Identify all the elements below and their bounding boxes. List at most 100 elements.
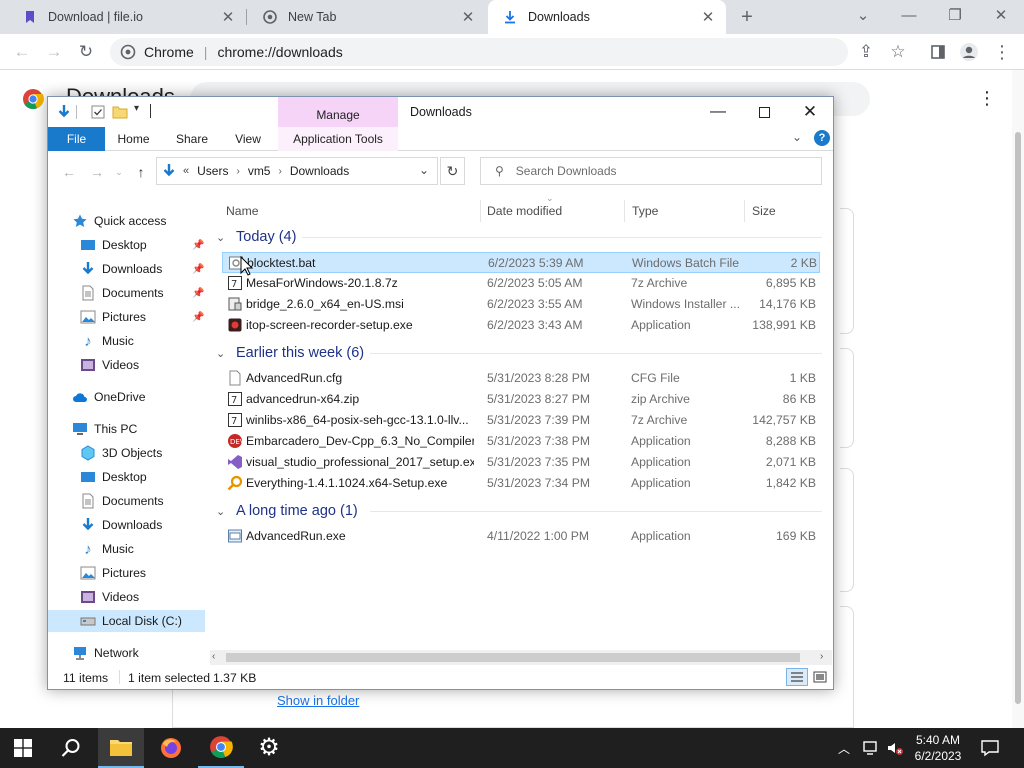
show-in-folder-link[interactable]: Show in folder [277, 693, 359, 708]
tree-pc-desktop[interactable]: Desktop [48, 466, 205, 488]
column-header-type[interactable]: Type [632, 199, 658, 223]
manage-context-tab[interactable]: Manage [278, 97, 398, 127]
file-row[interactable]: 7 MesaForWindows-20.1.8.7z 6/2/2023 5:05… [222, 273, 820, 294]
tree-pc-videos[interactable]: Videos [48, 586, 205, 608]
share-icon[interactable]: ⇪ [856, 42, 876, 62]
nav-forward-icon[interactable]: → [88, 163, 106, 181]
nav-back-icon[interactable]: ← [60, 163, 78, 181]
close-tab-icon[interactable]: ✕ [220, 9, 236, 26]
network-status-icon[interactable] [862, 739, 880, 757]
omnibox[interactable]: Chrome | chrome://downloads [110, 38, 848, 66]
close-tab-icon[interactable]: ✕ [700, 9, 716, 26]
taskbar-settings-gear-icon[interactable]: ⚙ [246, 728, 292, 768]
file-row[interactable]: bridge_2.6.0_x64_en-US.msi 6/2/2023 3:55… [222, 294, 820, 315]
horizontal-scrollbar[interactable]: ‹ › [210, 650, 832, 665]
scroll-right-icon[interactable]: › [820, 651, 823, 662]
help-icon[interactable]: ? [814, 130, 830, 146]
tree-qa-documents[interactable]: Documents 📌 [48, 282, 205, 304]
tree-pc-pictures[interactable]: Pictures [48, 562, 205, 584]
column-header-name[interactable]: Name [226, 199, 259, 223]
breadcrumb-users[interactable]: Users [197, 164, 228, 178]
profile-avatar-icon[interactable] [959, 42, 979, 62]
quick-access-download-icon[interactable] [56, 104, 72, 120]
address-history-chevron-icon[interactable]: ⌄ [419, 163, 429, 177]
file-row[interactable]: 7 winlibs-x86_64-posix-seh-gcc-13.1.0-ll… [222, 410, 820, 431]
tree-qa-music[interactable]: ♪ Music [48, 330, 205, 352]
explorer-close-icon[interactable]: ✕ [800, 102, 820, 122]
customize-qat-icon[interactable]: ▾ [134, 103, 139, 114]
tree-pc-downloads[interactable]: Downloads [48, 514, 205, 536]
notifications-icon[interactable] [980, 738, 1000, 758]
tree-local-disk-c[interactable]: Local Disk (C:) [48, 610, 205, 632]
expand-ribbon-chevron-icon[interactable]: ⌄ [792, 130, 802, 144]
restore-icon[interactable]: ❐ [932, 0, 978, 30]
file-row[interactable]: DEV Embarcadero_Dev-Cpp_6.3_No_Compiler.… [222, 431, 820, 452]
file-row[interactable]: itop-screen-recorder-setup.exe 6/2/2023 … [222, 315, 820, 336]
ribbon-tab-application-tools[interactable]: Application Tools [278, 127, 398, 151]
file-row[interactable]: AdvancedRun.cfg 5/31/2023 8:28 PM CFG Fi… [222, 368, 820, 389]
taskbar-chrome-icon[interactable] [198, 728, 244, 768]
new-folder-icon[interactable] [112, 104, 128, 120]
recent-locations-chevron-icon[interactable]: ⌄ [110, 163, 128, 181]
group-header-today[interactable]: ⌄ Today (4) [216, 226, 296, 248]
tree-qa-videos[interactable]: Videos [48, 354, 205, 376]
ribbon-tab-view[interactable]: View [222, 127, 274, 151]
file-row[interactable]: AdvancedRun.exe 4/11/2022 1:00 PM Applic… [222, 526, 820, 547]
file-row[interactable]: blocktest.bat 6/2/2023 5:39 AM Windows B… [222, 252, 820, 273]
file-row[interactable]: 7 advancedrun-x64.zip 5/31/2023 8:27 PM … [222, 389, 820, 410]
ribbon-tab-share[interactable]: Share [162, 127, 222, 151]
column-header-size[interactable]: Size [752, 199, 776, 223]
ribbon-tab-file[interactable]: File [48, 127, 105, 151]
taskbar-firefox-icon[interactable] [148, 728, 194, 768]
taskbar-search-icon[interactable] [48, 728, 94, 768]
properties-check-icon[interactable] [90, 104, 106, 120]
refresh-icon[interactable]: ↻ [440, 157, 465, 185]
page-scrollbar[interactable] [1012, 70, 1024, 728]
tab-new-tab[interactable]: New Tab ✕ [248, 0, 486, 34]
tree-qa-pictures[interactable]: Pictures 📌 [48, 306, 205, 328]
tree-pc-documents[interactable]: Documents [48, 490, 205, 512]
scroll-thumb[interactable] [226, 653, 800, 662]
start-windows-icon[interactable] [0, 728, 46, 768]
back-icon[interactable]: ← [12, 42, 32, 62]
tree-this-pc[interactable]: This PC [48, 418, 205, 440]
tab-search-chevron-icon[interactable]: ⌄ [840, 0, 886, 30]
tab-downloads[interactable]: Downloads ✕ [488, 0, 726, 34]
side-panel-icon[interactable] [928, 42, 948, 62]
tree-network[interactable]: Network [48, 642, 205, 664]
explorer-minimize-icon[interactable]: — [708, 102, 728, 122]
tree-qa-desktop[interactable]: Desktop 📌 [48, 234, 205, 256]
tree-onedrive[interactable]: OneDrive [48, 386, 205, 408]
close-window-icon[interactable]: ✕ [978, 0, 1024, 30]
nav-up-icon[interactable]: ↑ [132, 163, 150, 181]
group-header-a-long-time-ago[interactable]: ⌄ A long time ago (1) [216, 500, 358, 522]
bookmark-star-icon[interactable]: ☆ [888, 42, 908, 62]
taskbar-file-explorer-icon[interactable] [98, 728, 144, 768]
close-tab-icon[interactable]: ✕ [460, 9, 476, 26]
group-header-earlier-this-week[interactable]: ⌄ Earlier this week (6) [216, 342, 364, 364]
tree-qa-downloads[interactable]: Downloads 📌 [48, 258, 205, 280]
file-row[interactable]: visual_studio_professional_2017_setup.ex… [222, 452, 820, 473]
forward-icon[interactable]: → [44, 42, 64, 62]
downloads-menu-icon[interactable]: ⋮ [978, 88, 996, 109]
minimize-icon[interactable]: — [886, 0, 932, 30]
address-bar[interactable]: « Users › vm5 › Downloads ⌄ [156, 157, 438, 185]
ribbon-tab-home[interactable]: Home [105, 127, 162, 151]
taskbar-clock[interactable]: 5:40 AM 6/2/2023 [910, 732, 966, 764]
explorer-maximize-icon[interactable] [754, 102, 774, 122]
breadcrumb-vm5[interactable]: vm5 [248, 164, 271, 178]
show-hidden-icons-chevron-icon[interactable]: ︿ [838, 740, 850, 757]
new-tab-plus-icon[interactable]: + [736, 6, 758, 28]
reload-icon[interactable]: ↻ [76, 42, 96, 62]
file-row[interactable]: Everything-1.4.1.1024.x64-Setup.exe 5/31… [222, 473, 820, 494]
search-downloads-input[interactable]: ⚲ Search Downloads [480, 157, 822, 185]
tree-quick-access[interactable]: Quick access [48, 210, 205, 232]
tab-fileio[interactable]: Download | file.io ✕ [8, 0, 246, 34]
breadcrumb-overflow[interactable]: « [183, 165, 189, 177]
large-icons-view-icon[interactable] [810, 668, 830, 686]
details-view-icon[interactable] [786, 668, 808, 686]
volume-muted-icon[interactable] [886, 739, 904, 757]
scroll-left-icon[interactable]: ‹ [212, 651, 215, 662]
tree-3d-objects[interactable]: 3D Objects [48, 442, 205, 464]
chrome-menu-icon[interactable]: ⋮ [992, 42, 1012, 62]
